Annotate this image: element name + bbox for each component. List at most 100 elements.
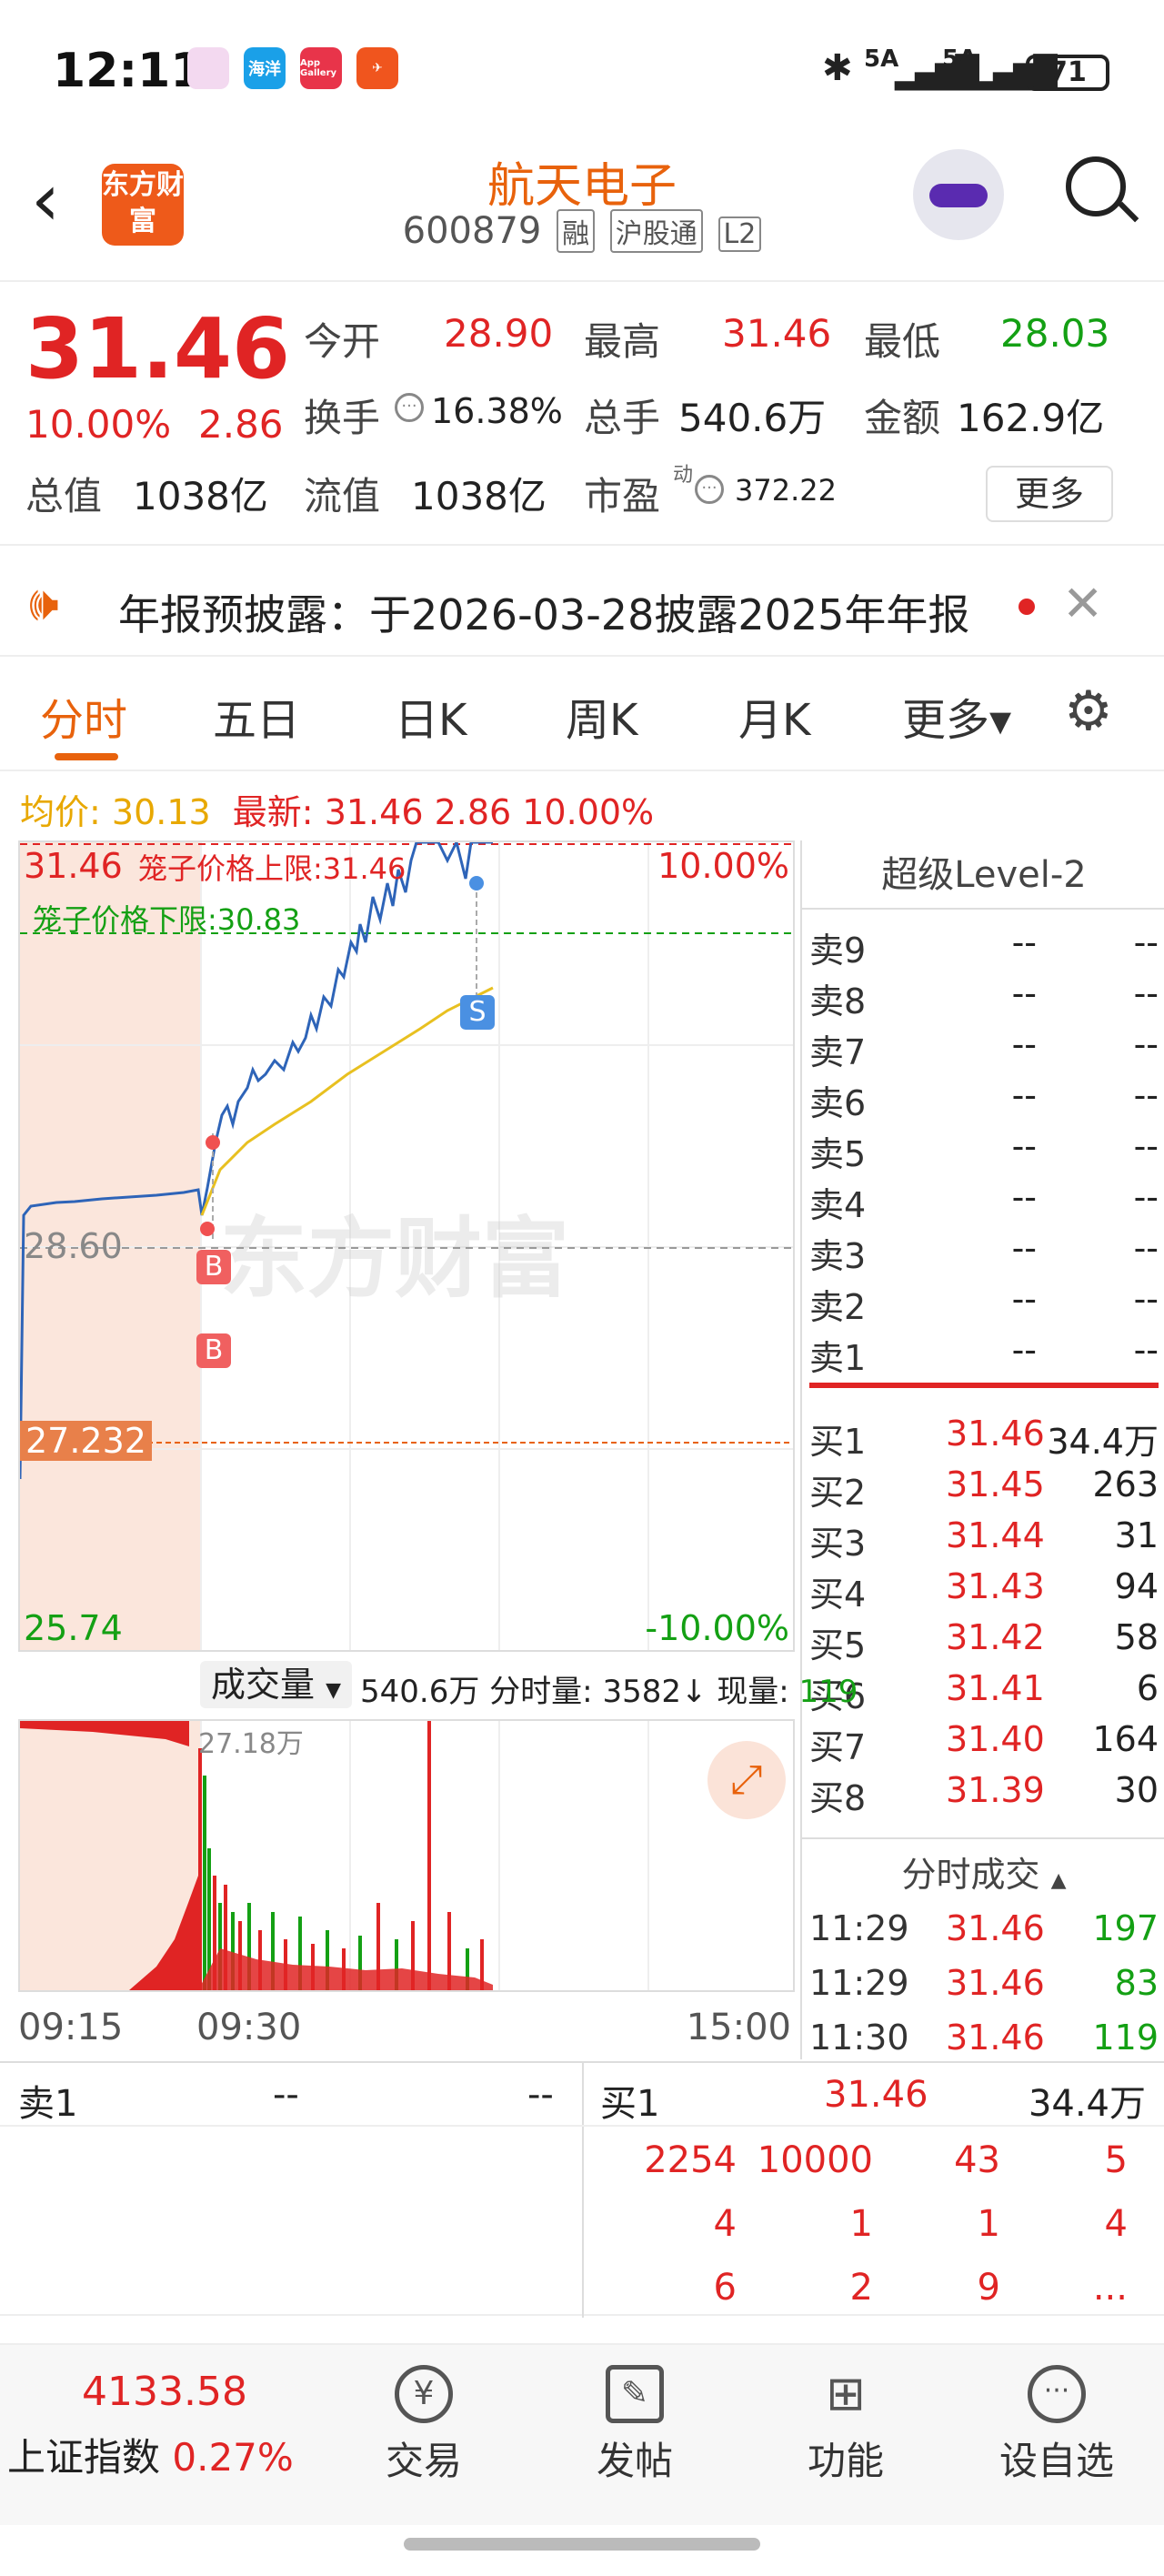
tab-weekly-k[interactable]: 周K — [566, 684, 637, 748]
intraday-chart[interactable]: 东方财富 B B S 31.46 笼子价格上限:31.46 笼子价格下限:30.… — [18, 840, 795, 1652]
queue-cell: 4 — [713, 2203, 737, 2245]
tab-monthly-k[interactable]: 月K — [738, 684, 810, 748]
tick-time: 11:29 — [809, 1963, 909, 2003]
bid-row[interactable]: 买3 31.44 31 — [809, 1510, 1159, 1564]
volume-value: 540.6万 — [678, 396, 827, 440]
bid-row-label: 买7 — [809, 1727, 867, 1767]
turnover-label: 换手 — [304, 396, 381, 440]
chart-ref-price: 27.232 — [20, 1421, 152, 1461]
bid-row[interactable]: 买5 31.42 58 — [809, 1612, 1159, 1665]
settings-gear-icon[interactable]: ⚙ — [1064, 684, 1113, 739]
ask-row[interactable]: 卖6 -- -- — [809, 1070, 1159, 1123]
queue-cell: 10000 — [757, 2139, 873, 2181]
tick-row: 11:29 31.46 197 — [809, 1903, 1159, 1954]
tick-time: 11:29 — [809, 1908, 909, 1948]
bid-row-vol: 58 — [1114, 1617, 1159, 1657]
amount-label: 金额 — [864, 396, 941, 440]
turnover-value: 16.38% — [431, 391, 563, 431]
latest-label: 最新: — [232, 792, 314, 832]
queue-cell: 2 — [849, 2267, 873, 2309]
notice-bar[interactable]: 🕪 年报预披露：于2026-03-28披露2025年年报 ✕ — [0, 549, 1164, 657]
low-label: 最低 — [864, 319, 941, 364]
queue-cell: 1 — [977, 2203, 1000, 2245]
total-value-label: 总值 — [25, 474, 103, 518]
ask-row-price: -- — [1011, 1024, 1037, 1064]
bid-row-price: 31.43 — [946, 1566, 1045, 1606]
index-value[interactable]: 4133.58 — [82, 2369, 247, 2415]
tab-five-day[interactable]: 五日 — [213, 684, 300, 748]
nav-add-watchlist[interactable]: ··· 设自选 — [984, 2365, 1129, 2486]
ask-row-label: 卖2 — [809, 1287, 867, 1327]
robot-assistant-icon[interactable] — [913, 149, 1004, 240]
nav-functions[interactable]: ⊞ 功能 — [773, 2365, 918, 2486]
home-indicator[interactable] — [404, 2538, 760, 2551]
queue-buy-vol: 34.4万 — [1028, 2083, 1146, 2125]
expand-icon[interactable]: ⤢ — [707, 1741, 786, 1819]
bid-row-label: 买5 — [809, 1625, 867, 1665]
volume-selector[interactable]: 成交量 ▼ — [200, 1661, 353, 1708]
unread-dot — [1018, 599, 1035, 615]
level2-title[interactable]: 超级Level-2 — [802, 840, 1164, 910]
buy-marker[interactable]: B — [196, 1333, 231, 1368]
ask-row[interactable]: 卖7 -- -- — [809, 1019, 1159, 1072]
bid-row-vol: 31 — [1114, 1515, 1159, 1555]
total-value: 1038亿 — [133, 474, 268, 518]
ask-row[interactable]: 卖3 -- -- — [809, 1223, 1159, 1276]
ask-row[interactable]: 卖2 -- -- — [809, 1273, 1159, 1327]
tick-price: 31.46 — [946, 1908, 1045, 1948]
current-vol-label: 现量: — [717, 1674, 789, 1710]
ask-row[interactable]: 卖4 -- -- — [809, 1172, 1159, 1225]
chart-bottom-price: 25.74 — [24, 1608, 123, 1648]
ask-row-price: -- — [1011, 1177, 1037, 1217]
level2-panel: 超级Level-2 卖9 -- -- 卖8 -- -- 卖7 -- -- 卖6 -- -- 卖5 -- --… — [800, 840, 1164, 2059]
volume-chart[interactable]: 27.18万 ⤢ — [18, 1719, 795, 1992]
bid-row[interactable]: 买2 31.45 263 — [809, 1459, 1159, 1513]
ask-row-label: 卖7 — [809, 1032, 867, 1072]
open-value: 28.90 — [444, 311, 554, 356]
stock-code: 600879 — [402, 210, 542, 252]
ask-row[interactable]: 卖9 -- -- — [809, 917, 1159, 971]
signal-2-label: 5A — [942, 45, 978, 73]
queue-cell: ... — [1092, 2267, 1128, 2309]
bid-row-price: 31.40 — [946, 1719, 1045, 1759]
index-line[interactable]: 上证指数 0.27% — [7, 2427, 294, 2482]
ask-row[interactable]: 卖5 -- -- — [809, 1121, 1159, 1174]
ask-row[interactable]: 卖1 -- -- — [809, 1324, 1159, 1378]
ask-row[interactable]: 卖8 -- -- — [809, 968, 1159, 1021]
info-icon[interactable]: ··· — [695, 475, 724, 504]
active-tab-indicator — [55, 753, 118, 760]
bid-row[interactable]: 买7 31.40 164 — [809, 1714, 1159, 1767]
nav-trade[interactable]: ¥ 交易 — [351, 2365, 497, 2486]
high-label: 最高 — [584, 319, 661, 364]
close-icon[interactable]: ✕ — [1062, 575, 1103, 632]
more-button[interactable]: 更多 — [986, 466, 1113, 522]
bluetooth-icon: ✱ — [822, 47, 853, 89]
sell-marker[interactable]: S — [460, 995, 495, 1030]
queue-cell: 6 — [713, 2267, 737, 2309]
tab-intraday[interactable]: 分时 — [40, 684, 127, 748]
bid-row[interactable]: 买6 31.41 6 — [809, 1663, 1159, 1716]
bid-row-label: 买1 — [809, 1422, 867, 1462]
speaker-icon: 🕪 — [29, 577, 59, 631]
open-label: 今开 — [304, 319, 381, 364]
index-name: 上证指数 — [7, 2435, 161, 2480]
chart-tabs: 分时 五日 日K 周K 月K 更多▾ ⚙ — [0, 659, 1164, 771]
clock: 12:11 — [53, 44, 204, 98]
bid-row[interactable]: 买1 31.46 34.4万 — [809, 1408, 1159, 1462]
info-icon[interactable]: ··· — [395, 393, 424, 422]
time-close: 15:00 — [686, 2007, 791, 2048]
bid-row[interactable]: 买8 31.39 30 — [809, 1765, 1159, 1818]
buy-marker[interactable]: B — [196, 1250, 231, 1284]
ask-row-vol: -- — [1133, 1177, 1159, 1217]
tick-row: 11:29 31.46 83 — [809, 1957, 1159, 2008]
search-icon[interactable] — [1066, 156, 1139, 223]
nav-post[interactable]: ✎ 发帖 — [562, 2365, 707, 2486]
latest-value: 31.46 2.86 10.00% — [324, 792, 655, 832]
chart-mid-price: 28.60 — [24, 1226, 123, 1266]
tab-daily-k[interactable]: 日K — [395, 684, 467, 748]
tag-level2: L2 — [717, 216, 762, 252]
bid-row[interactable]: 买4 31.43 94 — [809, 1561, 1159, 1615]
queue-cell: 9 — [977, 2267, 1000, 2309]
tab-more[interactable]: 更多▾ — [902, 684, 1011, 748]
ticks-title[interactable]: 分时成交 ▲ — [802, 1846, 1164, 1897]
